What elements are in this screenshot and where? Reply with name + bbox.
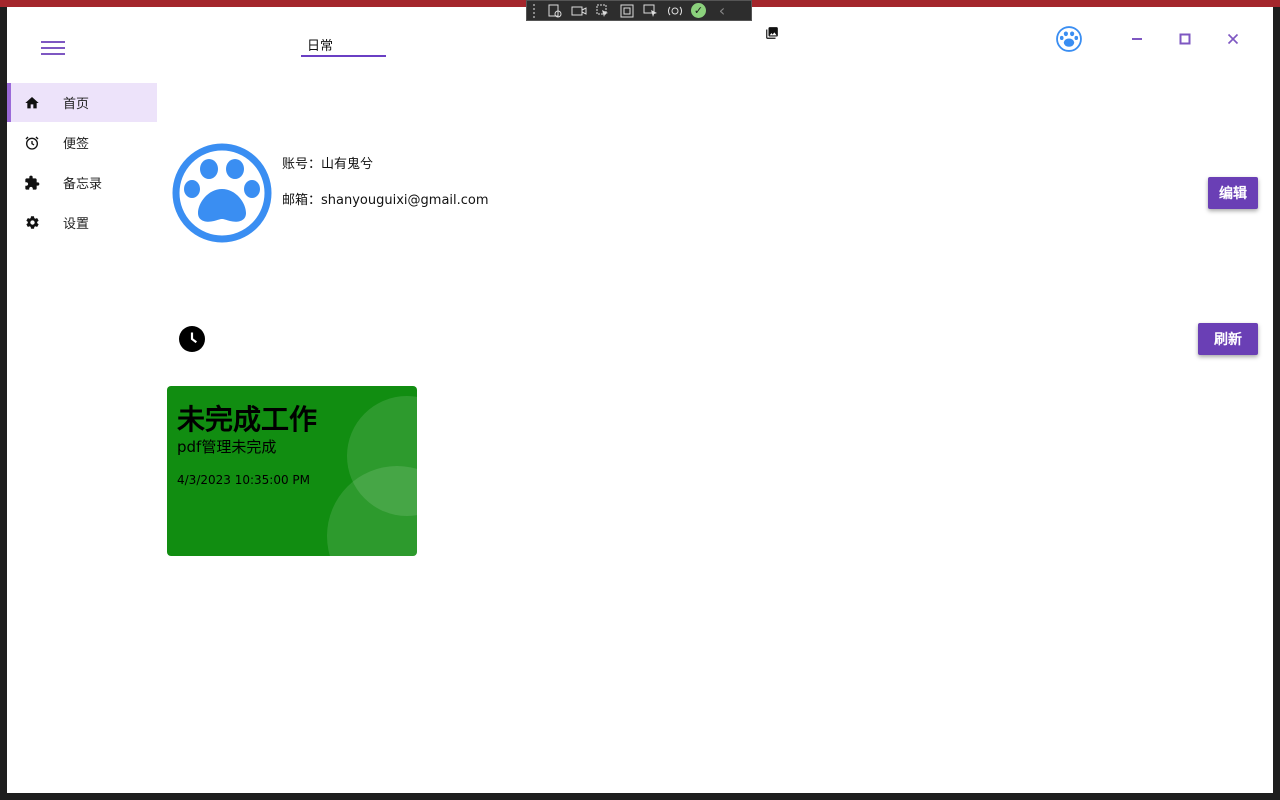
card-decoration [327, 466, 417, 556]
task-card[interactable]: 未完成工作 pdf管理未完成 4/3/2023 10:35:00 PM [167, 386, 417, 556]
clock-icon [179, 326, 205, 352]
debug-toolbar: ✓ ‹ [526, 0, 752, 21]
chevron-left-icon[interactable]: ‹ [714, 1, 730, 20]
right-border [1273, 7, 1280, 800]
home-icon [22, 93, 42, 113]
sidebar-item-memo[interactable]: 备忘录 [7, 163, 157, 202]
select-element-icon[interactable] [595, 4, 611, 18]
email-value: shanyouguixi@gmail.com [321, 193, 489, 208]
app-window: 日常 首页 便签 备忘录 设置 账号：山有鬼兮 邮箱：shanyouguixi@… [7, 7, 1273, 793]
tab-daily[interactable]: 日常 [307, 35, 333, 54]
camera-icon[interactable] [571, 4, 587, 18]
tab-underline [301, 55, 386, 57]
checkmark-icon[interactable]: ✓ [691, 3, 706, 18]
account-label: 账号： [282, 157, 322, 172]
puzzle-icon [22, 173, 42, 193]
card-time: 4/3/2023 10:35:00 PM [177, 473, 311, 487]
track-focus-icon[interactable] [643, 4, 659, 18]
sidebar-item-home[interactable]: 首页 [7, 83, 157, 122]
sidebar-item-settings[interactable]: 设置 [7, 203, 157, 242]
sidebar-item-label: 便签 [63, 137, 90, 152]
toolbar-grip[interactable] [533, 3, 539, 18]
edit-button[interactable]: 编辑 [1208, 177, 1258, 209]
sidebar-item-notes[interactable]: 便签 [7, 123, 157, 162]
profile-avatar [172, 143, 272, 243]
hot-reload-icon[interactable] [667, 4, 683, 18]
gear-icon [22, 213, 42, 233]
live-visual-tree-icon[interactable] [547, 4, 563, 18]
account-value: 山有鬼兮 [321, 157, 374, 172]
sidebar-item-label: 备忘录 [63, 177, 103, 192]
left-border [0, 7, 7, 793]
image-gallery-icon[interactable] [765, 26, 779, 40]
alarm-clock-icon [22, 133, 42, 153]
card-title: 未完成工作 [177, 403, 318, 436]
card-content: pdf管理未完成 [177, 438, 277, 456]
email-label: 邮箱： [282, 193, 322, 208]
maximize-icon[interactable] [1173, 27, 1197, 51]
minimize-icon[interactable] [1125, 27, 1149, 51]
hamburger-menu-icon[interactable] [41, 39, 67, 57]
close-icon[interactable] [1221, 27, 1245, 51]
bottom-border [0, 793, 1280, 800]
layout-adorner-icon[interactable] [619, 4, 635, 18]
email-row: 邮箱：shanyouguixi@gmail.com [282, 189, 489, 208]
refresh-button[interactable]: 刷新 [1198, 323, 1258, 355]
sidebar-item-label: 首页 [63, 97, 90, 112]
account-row: 账号：山有鬼兮 [282, 153, 373, 172]
sidebar-item-label: 设置 [63, 217, 90, 232]
paw-avatar-icon[interactable] [1056, 26, 1082, 52]
